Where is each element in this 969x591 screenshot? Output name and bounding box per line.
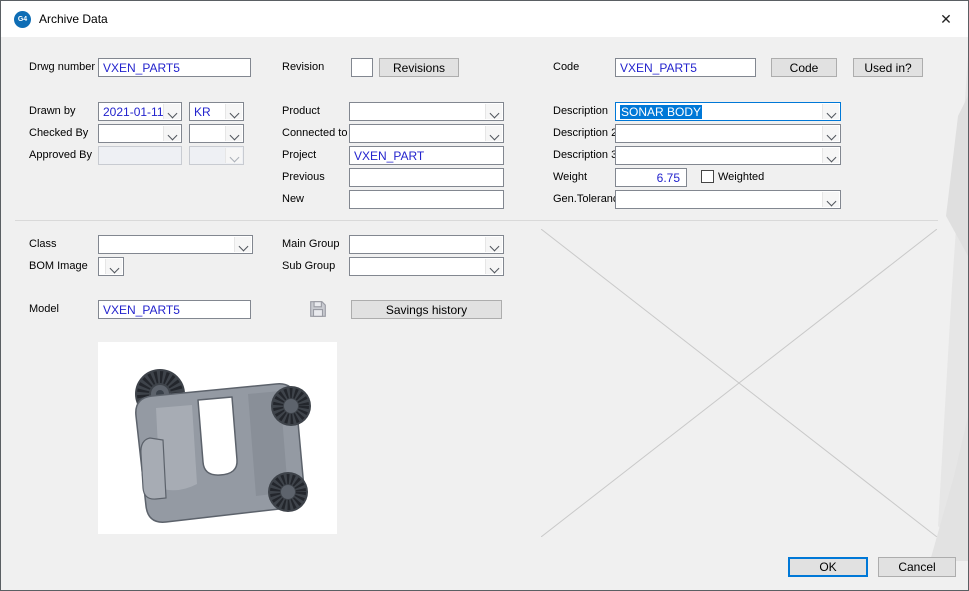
sub-group-label: Sub Group	[282, 260, 335, 272]
previous-label: Previous	[282, 171, 325, 183]
drwg-number-field[interactable]: VXEN_PART5	[98, 58, 251, 77]
approved-by-date-field	[98, 146, 182, 165]
dialog-title: Archive Data	[39, 12, 108, 26]
code-label: Code	[553, 61, 579, 73]
connected-to-label: Connected to	[282, 127, 347, 139]
chevron-down-icon[interactable]	[163, 104, 180, 119]
chevron-down-icon[interactable]	[485, 237, 502, 252]
new-label: New	[282, 193, 304, 205]
approved-by-label: Approved By	[29, 149, 92, 161]
code-button[interactable]: Code	[771, 58, 837, 77]
chevron-down-icon[interactable]	[485, 104, 502, 119]
weight-value: 6.75	[657, 171, 680, 185]
revisions-button[interactable]: Revisions	[379, 58, 459, 77]
description-3-combo[interactable]	[615, 146, 841, 165]
description-value: SONAR BODY	[620, 105, 702, 119]
ok-button[interactable]: OK	[788, 557, 868, 577]
description-combo[interactable]: SONAR BODY	[615, 102, 841, 121]
main-group-label: Main Group	[282, 238, 339, 250]
previous-field[interactable]	[349, 168, 504, 187]
approved-by-initials-combo	[189, 146, 244, 165]
preview-placeholder	[541, 229, 937, 537]
drwg-number-label: Drwg number	[29, 61, 95, 73]
model-label: Model	[29, 303, 59, 315]
class-combo[interactable]	[98, 235, 253, 254]
bom-image-combo[interactable]	[98, 257, 124, 276]
chevron-down-icon[interactable]	[163, 126, 180, 141]
savings-history-button[interactable]: Savings history	[351, 300, 502, 319]
project-value: VXEN_PART	[354, 149, 424, 163]
archive-data-dialog: G4 Archive Data ✕ Drwg number VXEN_PART5…	[0, 0, 969, 591]
checked-by-initials-combo[interactable]	[189, 124, 244, 143]
revision-label: Revision	[282, 61, 324, 73]
chevron-down-icon[interactable]	[105, 259, 122, 274]
chevron-down-icon[interactable]	[822, 192, 839, 207]
model-preview-image	[98, 342, 337, 534]
product-combo[interactable]	[349, 102, 504, 121]
sub-group-combo[interactable]	[349, 257, 504, 276]
weighted-checkbox[interactable]	[701, 170, 714, 183]
description-2-label: Description 2	[553, 127, 617, 139]
drawn-by-initials-combo[interactable]: KR	[189, 102, 244, 121]
weighted-label: Weighted	[718, 171, 764, 183]
weight-label: Weight	[553, 171, 587, 183]
revision-field[interactable]	[351, 58, 373, 77]
code-value: VXEN_PART5	[620, 61, 697, 75]
drawn-by-initials-value: KR	[194, 105, 211, 119]
model-value: VXEN_PART5	[103, 303, 180, 317]
chevron-down-icon[interactable]	[234, 237, 251, 252]
drawn-by-date-value: 2021-01-11	[103, 105, 164, 119]
titlebar[interactable]: G4 Archive Data ✕	[1, 1, 968, 37]
chevron-down-icon[interactable]	[485, 126, 502, 141]
gen-tolerance-combo[interactable]	[615, 190, 841, 209]
save-icon[interactable]	[309, 300, 327, 318]
product-label: Product	[282, 105, 320, 117]
description-3-label: Description 3	[553, 149, 617, 161]
chevron-down-icon[interactable]	[225, 126, 242, 141]
knurled-knob-icon	[268, 472, 308, 512]
gen-tolerance-label: Gen.Tolerance	[553, 193, 625, 205]
project-label: Project	[282, 149, 316, 161]
weight-field[interactable]: 6.75	[615, 168, 687, 187]
chevron-down-icon[interactable]	[822, 126, 839, 141]
cancel-button[interactable]: Cancel	[878, 557, 956, 577]
chevron-down-icon[interactable]	[225, 104, 242, 119]
app-icon: G4	[14, 11, 31, 28]
knurled-knob-icon	[271, 386, 311, 426]
drawn-by-date-combo[interactable]: 2021-01-11	[98, 102, 182, 121]
bom-image-label: BOM Image	[29, 260, 88, 272]
checked-by-label: Checked By	[29, 127, 88, 139]
description-2-combo[interactable]	[615, 124, 841, 143]
drwg-number-value: VXEN_PART5	[103, 61, 180, 75]
model-field[interactable]: VXEN_PART5	[98, 300, 251, 319]
main-group-combo[interactable]	[349, 235, 504, 254]
chevron-down-icon[interactable]	[822, 148, 839, 163]
code-field[interactable]: VXEN_PART5	[615, 58, 756, 77]
chevron-down-icon	[225, 148, 242, 163]
new-field[interactable]	[349, 190, 504, 209]
connected-to-combo[interactable]	[349, 124, 504, 143]
used-in-button[interactable]: Used in?	[853, 58, 923, 77]
separator	[15, 220, 938, 221]
description-label: Description	[553, 105, 608, 117]
class-label: Class	[29, 238, 57, 250]
close-icon[interactable]: ✕	[924, 1, 968, 37]
checked-by-date-combo[interactable]	[98, 124, 182, 143]
project-field[interactable]: VXEN_PART	[349, 146, 504, 165]
chevron-down-icon[interactable]	[485, 259, 502, 274]
drawn-by-label: Drawn by	[29, 105, 75, 117]
chevron-down-icon[interactable]	[822, 104, 839, 119]
